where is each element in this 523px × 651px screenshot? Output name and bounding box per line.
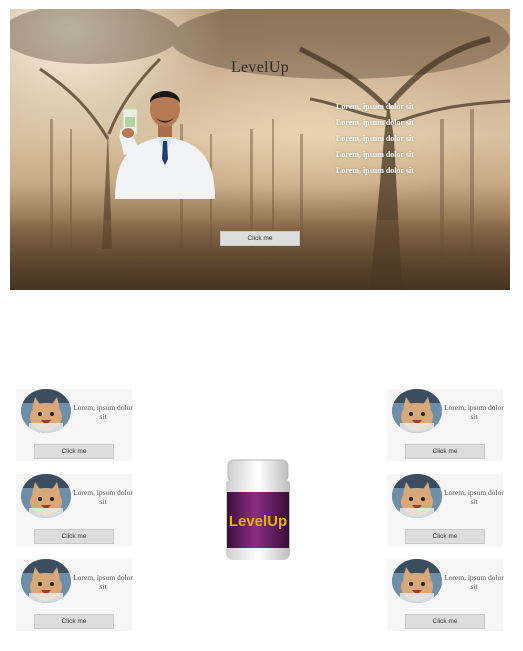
doctor-image [115,91,215,199]
product-card: Lorem, ipsum dolor sit Click me [387,474,504,546]
product-bottle-image: LevelUp [226,459,290,560]
cat-avatar [21,389,71,433]
card-button[interactable]: Click me [34,529,114,544]
feature-item: Lorem, ipsum dolor sit [336,166,414,175]
feature-item: Lorem, ipsum dolor sit [336,150,414,159]
product-card: Lorem, ipsum dolor sit Click me [16,559,133,631]
cat-avatar [392,474,442,518]
card-text: Lorem, ipsum dolor sit [444,403,504,421]
card-text: Lorem, ipsum dolor sit [444,573,504,591]
cat-avatar [21,559,71,603]
cat-avatar [21,474,71,518]
card-text: Lorem, ipsum dolor sit [444,488,504,506]
hero-banner: LevelUp Lorem, ipsum dolor sit Lorem, ip… [10,9,510,290]
feature-item: Lorem, ipsum dolor sit [336,102,414,111]
product-card: Lorem, ipsum dolor sit Click me [16,474,133,546]
cat-avatar [392,559,442,603]
hero-title: LevelUp [230,59,290,76]
cat-avatar [392,389,442,433]
bottle-label: LevelUp [229,513,287,530]
product-card: Lorem, ipsum dolor sit Click me [16,389,133,461]
card-button[interactable]: Click me [405,529,485,544]
hero-cta-button[interactable]: Click me [220,231,300,246]
product-card: Lorem, ipsum dolor sit Click me [387,559,504,631]
card-text: Lorem, ipsum dolor sit [73,403,133,421]
card-button[interactable]: Click me [405,444,485,459]
feature-item: Lorem, ipsum dolor sit [336,118,414,127]
card-text: Lorem, ipsum dolor sit [73,573,133,591]
card-button[interactable]: Click me [34,614,114,629]
card-button[interactable]: Click me [405,614,485,629]
feature-item: Lorem, ipsum dolor sit [336,134,414,143]
product-card: Lorem, ipsum dolor sit Click me [387,389,504,461]
card-text: Lorem, ipsum dolor sit [73,488,133,506]
feature-list: Lorem, ipsum dolor sit Lorem, ipsum dolo… [336,99,414,179]
card-button[interactable]: Click me [34,444,114,459]
